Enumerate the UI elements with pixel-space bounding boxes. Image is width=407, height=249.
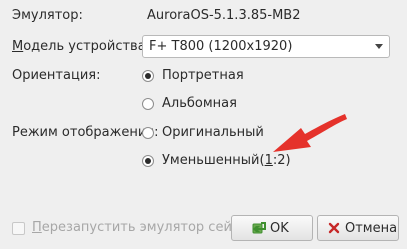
display-mode-reduced-label-before: Уменьшенный( [162,153,265,168]
cancel-button[interactable]: Отмена [317,215,399,241]
display-mode-original-radio[interactable] [142,127,154,139]
device-model-label-mnemonic: М [12,39,24,54]
orientation-landscape-label: Альбомная [162,96,237,111]
device-model-label: Модель устройства: [12,39,150,54]
device-model-select[interactable]: F+ T800 (1200x1920) [142,35,390,58]
orientation-landscape-radio[interactable] [142,98,154,110]
restart-emulator-label: Перезапустить эмулятор сейчас [32,220,255,235]
dropdown-arrow-icon [375,44,383,49]
emulator-label: Эмулятор: [12,8,83,23]
display-mode-option-original[interactable]: Оригинальный [142,125,267,143]
red-annotation-arrow-icon [273,114,347,152]
restart-emulator-label-rest: ерезапустить эмулятор сейчас [41,220,255,235]
cancel-x-icon [328,222,340,234]
ok-button[interactable]: OK [231,215,313,241]
orientation-option-portrait[interactable]: Портретная [142,68,252,86]
ok-button-label: OK [270,221,289,236]
restart-emulator-label-mnemonic: П [32,220,42,235]
device-model-label-rest: одель устройства: [23,39,151,54]
display-mode-reduced-radio[interactable] [142,155,154,167]
display-mode-option-reduced[interactable]: Уменьшенный(1:2) [142,153,291,171]
display-mode-label: Режим отображения: [12,125,159,140]
orientation-label: Ориентация: [12,68,101,83]
ok-check-icon [252,222,266,234]
device-model-selected-value: F+ T800 (1200x1920) [149,39,293,54]
restart-emulator-checkbox[interactable] [12,222,25,235]
cancel-button-label: Отмена [345,221,398,236]
orientation-portrait-label: Портретная [162,68,244,83]
orientation-portrait-radio[interactable] [142,70,154,82]
display-mode-original-label: Оригинальный [162,125,264,140]
emulator-value: AuroraOS-5.1.3.85-MB2 [147,8,301,23]
orientation-option-landscape[interactable]: Альбомная [142,96,252,114]
